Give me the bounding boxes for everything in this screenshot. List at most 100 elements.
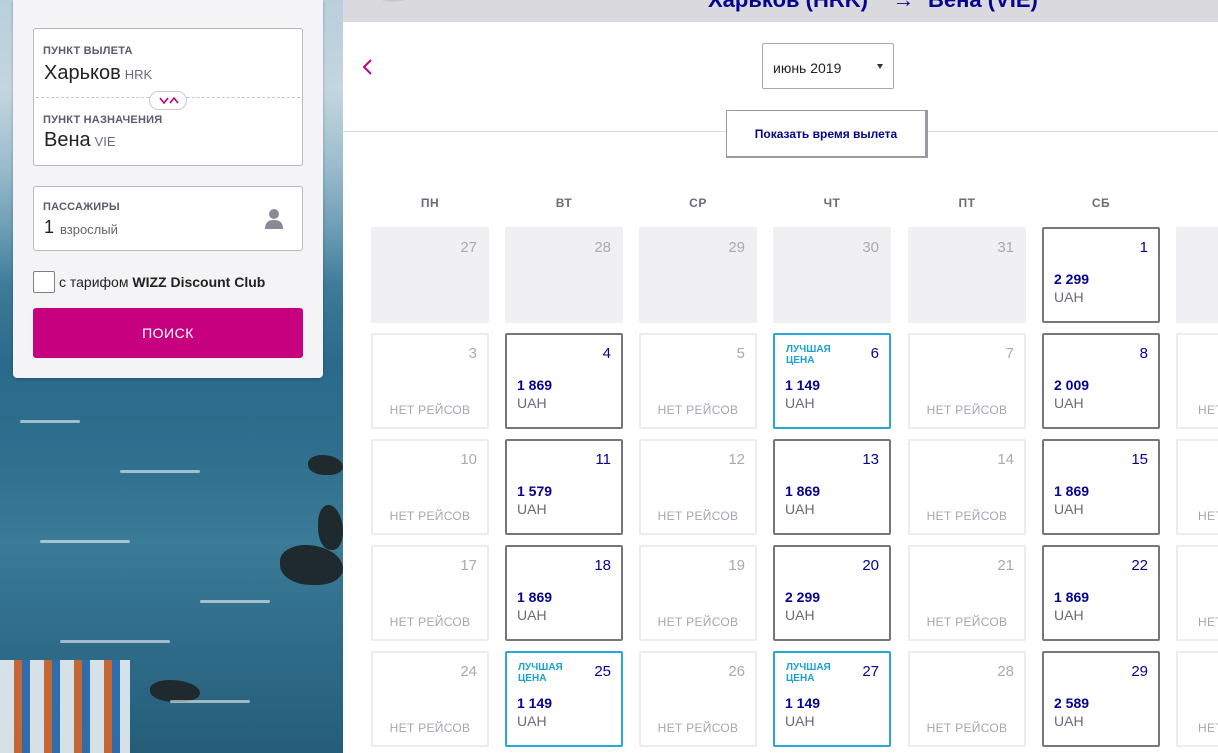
fare-amount: 1 149 xyxy=(517,695,553,711)
swap-chevrons-icon xyxy=(159,96,179,105)
calendar-day: 30 xyxy=(773,227,891,323)
day-number: 21 xyxy=(997,557,1014,574)
origin-city: Харьков xyxy=(44,62,121,84)
day-number: 28 xyxy=(594,239,611,256)
no-flights-label: НЕТ РЕЙСОВ xyxy=(926,615,1008,629)
discount-name: WIZZ Discount Club xyxy=(132,274,266,290)
swap-route-button[interactable] xyxy=(149,91,187,110)
calendar-day: 3 НЕТ РЕЙСОВ xyxy=(371,333,489,429)
day-number: 3 xyxy=(468,345,477,362)
fare-amount: 1 869 xyxy=(1054,483,1090,499)
calendar-day-price[interactable]: 1 2 299 UAH xyxy=(1042,227,1160,323)
route-selector: ПУНКТ ВЫЛЕТА Харьков HRK ПУНКТ НАЗНАЧЕНИЯ… xyxy=(33,28,303,166)
caret-down-icon xyxy=(877,64,883,69)
weekday-label: ЧТ xyxy=(823,196,841,210)
calendar-day: 28 НЕТ РЕЙСОВ xyxy=(908,651,1026,747)
day-number: 15 xyxy=(1131,451,1148,468)
day-number: 29 xyxy=(1131,663,1148,680)
day-number: 28 xyxy=(997,663,1014,680)
fare-amount: 1 579 xyxy=(517,483,553,499)
fare-amount: 1 149 xyxy=(785,377,821,393)
calendar-day-price[interactable]: 8 2 009 UAH xyxy=(1042,333,1160,429)
fare-currency: UAH xyxy=(785,607,815,623)
destination-label: ПУНКТ НАЗНАЧЕНИЯ xyxy=(43,114,163,126)
fare-currency: UAH xyxy=(1054,395,1084,411)
calendar-day-price[interactable]: 29 2 589 UAH xyxy=(1042,651,1160,747)
route-from: Харьков (HRK) xyxy=(708,0,868,12)
fare-currency: UAH xyxy=(785,501,815,517)
fare-amount: 1 869 xyxy=(517,377,553,393)
day-number: 26 xyxy=(728,663,745,680)
day-number: 27 xyxy=(862,663,879,680)
route-title: Харьков (HRK) → Вена (VIE) xyxy=(708,0,1038,13)
calendar-day: 10 НЕТ РЕЙСОВ xyxy=(371,439,489,535)
calendar-day: 27 xyxy=(371,227,489,323)
no-flights-label: НЕТ РЕЙСОВ xyxy=(389,403,471,417)
no-flights-label: НЕТ РЕЙСОВ xyxy=(389,509,471,523)
calendar-day-price[interactable]: 11 1 579 UAH xyxy=(505,439,623,535)
day-number: 17 xyxy=(460,557,477,574)
calendar-day-price[interactable]: 18 1 869 UAH xyxy=(505,545,623,641)
calendar-day-price[interactable]: 13 1 869 UAH xyxy=(773,439,891,535)
weekday-label: ПН xyxy=(420,196,440,210)
fare-amount: 1 149 xyxy=(785,695,821,711)
day-number: 6 xyxy=(870,345,879,362)
wave xyxy=(120,470,200,473)
day-number: 18 xyxy=(594,557,611,574)
calendar-day: НЕТ xyxy=(1176,439,1218,535)
day-number: 30 xyxy=(862,239,879,256)
no-flights-label: НЕТ xyxy=(1198,509,1218,523)
origin-field[interactable]: Харьков HRK xyxy=(44,62,152,85)
header-circle xyxy=(373,0,413,2)
calendar-day: 29 xyxy=(639,227,757,323)
origin-label: ПУНКТ ВЫЛЕТА xyxy=(43,45,133,57)
calendar-day-price[interactable]: 27 ЛУЧШАЯ ЦЕНА 1 149 UAH xyxy=(773,651,891,747)
destination-field[interactable]: Вена VIE xyxy=(44,129,116,152)
show-departure-times-button[interactable]: Показать время вылета xyxy=(726,110,928,158)
calendar-day-price[interactable]: 15 1 869 UAH xyxy=(1042,439,1160,535)
no-flights-label: НЕТ xyxy=(1198,721,1218,735)
calendar-day-price[interactable]: 25 ЛУЧШАЯ ЦЕНА 1 149 UAH xyxy=(505,651,623,747)
route-arrow-icon: → xyxy=(868,0,928,13)
fare-amount: 2 299 xyxy=(1054,271,1090,287)
calendar-day: 24 НЕТ РЕЙСОВ xyxy=(371,651,489,747)
origin-code: HRK xyxy=(124,67,153,82)
best-price-badge: ЛУЧШАЯ ЦЕНА xyxy=(518,662,563,684)
discount-prefix: с тарифом xyxy=(59,274,133,290)
no-flights-label: НЕТ РЕЙСОВ xyxy=(657,403,739,417)
day-number: 5 xyxy=(736,345,745,362)
no-flights-label: НЕТ РЕЙСОВ xyxy=(657,615,739,629)
passengers-field[interactable]: ПАССАЖИРЫ 1 взрослый xyxy=(33,186,303,251)
fare-currency: UAH xyxy=(517,395,547,411)
day-number: 7 xyxy=(1005,345,1014,362)
wave xyxy=(40,540,130,543)
search-button[interactable]: ПОИСК xyxy=(33,308,303,358)
no-flights-label: НЕТ xyxy=(1198,615,1218,629)
calendar-day-price[interactable]: 22 1 869 UAH xyxy=(1042,545,1160,641)
calendar-day: НЕТ xyxy=(1176,651,1218,747)
month-select[interactable]: июнь 2019 xyxy=(762,43,894,89)
calendar-day-price[interactable]: 20 2 299 UAH xyxy=(773,545,891,641)
day-number: 31 xyxy=(997,239,1014,256)
fare-currency: UAH xyxy=(785,395,815,411)
calendar-day-price[interactable]: 4 1 869 UAH xyxy=(505,333,623,429)
rock xyxy=(308,455,343,475)
day-number: 19 xyxy=(728,557,745,574)
previous-month-icon[interactable] xyxy=(361,58,375,76)
fare-currency: UAH xyxy=(785,713,815,729)
fare-currency: UAH xyxy=(517,501,547,517)
weekday-label: СР xyxy=(689,196,707,210)
no-flights-label: НЕТ РЕЙСОВ xyxy=(926,721,1008,735)
no-flights-label: НЕТ РЕЙСОВ xyxy=(926,403,1008,417)
day-number: 4 xyxy=(602,345,611,362)
discount-club-checkbox[interactable] xyxy=(33,271,55,293)
calendar-day-price[interactable]: 6 ЛУЧШАЯ ЦЕНА 1 149 UAH xyxy=(773,333,891,429)
passengers-unit: взрослый xyxy=(60,222,118,237)
no-flights-label: НЕТ РЕЙСОВ xyxy=(926,509,1008,523)
fare-amount: 1 869 xyxy=(517,589,553,605)
day-number: 13 xyxy=(862,451,879,468)
calendar-day: НЕТ xyxy=(1176,545,1218,641)
passengers-label: ПАССАЖИРЫ xyxy=(43,201,120,213)
day-number: 24 xyxy=(460,663,477,680)
day-number: 8 xyxy=(1139,345,1148,362)
